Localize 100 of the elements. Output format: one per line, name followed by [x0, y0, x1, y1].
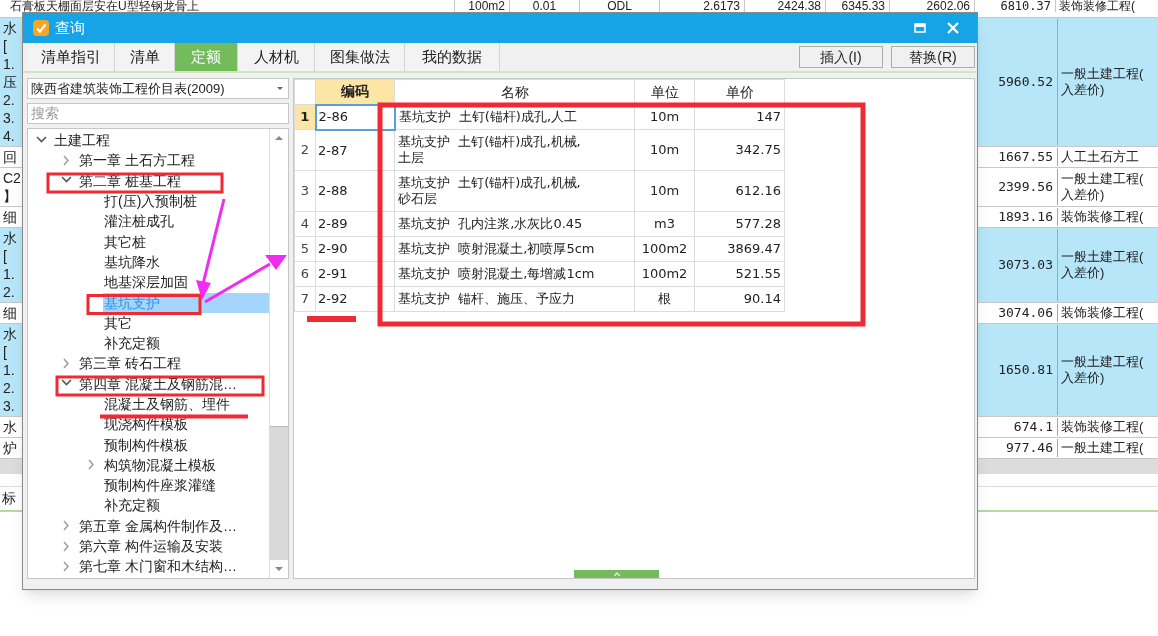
table-cell: 基坑支护 喷射混凝土,每增减1cm [394, 261, 635, 287]
row-number: 5 [294, 236, 316, 262]
window-title: 查询 [55, 17, 85, 38]
status-label: 标 [2, 489, 16, 508]
tree-item[interactable]: 第三章 砖石工程 [78, 356, 182, 371]
tree-item[interactable]: 第四章 混凝土及钢筋混… [78, 376, 238, 391]
table-cell-text: 2.6173 [703, 0, 740, 13]
table-cell: 基坑支护 锚杆、施压、予应力 [394, 286, 635, 312]
cell-fragment: 3. [3, 109, 16, 127]
cell-fragment: 水 [3, 418, 18, 436]
tree-item[interactable]: 第七章 木门窗和木结构… [78, 559, 238, 574]
amount-text: 2399.56 [998, 178, 1053, 196]
table-cell: 2-87 [315, 129, 395, 171]
table-cell: 2-92 [315, 286, 395, 312]
row-number: 4 [294, 211, 316, 237]
cell-fragment: 2. [3, 91, 16, 109]
tree-item[interactable]: 补充定额 [103, 498, 161, 513]
table-cell: 577.28 [694, 211, 785, 237]
table-cell: 100m2 [634, 236, 695, 262]
cell-fragment: 细 [3, 208, 18, 226]
cell-fragment: 2. [3, 283, 16, 301]
table-cell: 基坑支护 土钉(锚杆)成孔,机械, 砂石层 [394, 170, 635, 212]
category-text: 入差价) [1061, 370, 1106, 386]
table-cell: 10m [634, 129, 695, 171]
category-text: 一般土建工程( [1061, 66, 1145, 82]
scrollbar-thumb[interactable] [270, 147, 288, 427]
cell-fragment: 水 [3, 325, 18, 343]
cell-fragment: 细 [3, 304, 18, 322]
category-text: 入差价) [1061, 187, 1106, 203]
column-header[interactable]: 名称 [394, 79, 635, 105]
tree-item[interactable]: 现浇构件模板 [103, 417, 189, 432]
table-cell: 2-86 [315, 104, 395, 130]
cell-fragment: 炉 [3, 439, 18, 457]
chevron-up-icon [613, 571, 620, 577]
column-header[interactable]: 单价 [694, 79, 785, 105]
cell-fragment: 】 [3, 187, 18, 205]
cell-fragment: 水 [3, 19, 18, 37]
tree-item[interactable]: 其它 [103, 315, 133, 330]
tree-item[interactable]: 补充定额 [103, 336, 161, 351]
table-cell: 521.55 [694, 261, 785, 287]
scroll-down-icon [275, 567, 283, 571]
splitter-handle[interactable] [574, 570, 659, 578]
amount-text: 3074.06 [998, 304, 1053, 322]
tree-item[interactable]: 预制构件座浆灌缝 [103, 478, 217, 493]
close-icon [947, 22, 959, 34]
cell-fragment: [ [3, 37, 8, 55]
scroll-up-icon [275, 136, 283, 140]
amount-text: 1893.16 [998, 208, 1053, 226]
table-cell: 3869.47 [694, 236, 785, 262]
tree-item[interactable]: 基坑降水 [103, 254, 161, 269]
amount-text: 977.46 [1006, 439, 1053, 457]
tree-item[interactable]: 其它桩 [103, 234, 147, 249]
table-cell-text: ODL [607, 0, 632, 13]
tree-item[interactable]: 灌注桩成孔 [103, 214, 175, 229]
tree-item[interactable]: 第二章 桩基工程 [78, 173, 182, 188]
table-cell: 342.75 [694, 129, 785, 171]
table-cell: 2-90 [315, 236, 395, 262]
cell-fragment: 1. [3, 265, 16, 283]
amount-text: 5960.52 [998, 73, 1053, 91]
table-cell-text: 0.01 [532, 0, 557, 13]
category-text: 装饰装修工程( [1061, 419, 1145, 435]
cell-fragment: 水 [3, 229, 18, 247]
category-text: 一般土建工程( [1061, 249, 1145, 265]
cell-fragment: 压 [3, 73, 18, 91]
cell-fragment: C2 [3, 169, 22, 187]
table-cell-text: 石膏板天棚面层安在U型轻钢龙骨上 [10, 0, 199, 13]
tree-item[interactable]: 第六章 构件运输及安装 [78, 539, 224, 554]
tree-item[interactable]: 地基深层加固 [103, 275, 189, 290]
row-number: 1 [294, 104, 316, 130]
tree-item[interactable]: 土建工程 [53, 133, 111, 148]
row-number: 3 [294, 170, 316, 212]
scrollbar[interactable] [269, 129, 288, 578]
action-button[interactable]: 替换(R) [891, 46, 975, 68]
tree-item[interactable]: 混凝土及钢筋、埋件 [103, 397, 231, 411]
search-field[interactable]: 搜索 [27, 103, 289, 124]
table-cell: 2-88 [315, 170, 395, 212]
maximize-icon [914, 23, 926, 33]
table-cell: m3 [634, 211, 695, 237]
cell-fragment: 回 [3, 148, 18, 166]
table-cell: 10m [634, 170, 695, 212]
table-cell: 基坑支护 土钉(锚杆)成孔,机械, 土层 [394, 129, 635, 171]
app-icon [33, 20, 49, 36]
category-text: 装饰装修工程( [1061, 305, 1145, 321]
tree-item[interactable]: 预制构件模板 [103, 437, 189, 452]
cell-fragment: 1. [3, 361, 16, 379]
table-cell: 100m2 [634, 261, 695, 287]
table-cell-text: 6345.33 [841, 0, 885, 13]
category-text: 入差价) [1061, 82, 1106, 98]
tree-item[interactable]: 第一章 土石方工程 [78, 153, 196, 168]
library-dropdown[interactable]: 陕西省建筑装饰工程价目表(2009) [27, 78, 289, 99]
amount-text: 6810.37 [1000, 0, 1051, 13]
tree-item[interactable]: 打(压)入预制桩 [103, 194, 199, 209]
cell-fragment: 3. [3, 397, 16, 415]
action-button[interactable]: 插入(I) [799, 46, 883, 68]
column-header[interactable]: 编码 [315, 79, 395, 105]
caret-icon [277, 87, 283, 90]
tree-item[interactable]: 第五章 金属构件制作及… [78, 518, 238, 533]
table-cell-text: 2424.38 [777, 0, 821, 13]
tree-item[interactable]: 构筑物混凝土模板 [103, 457, 217, 472]
amount-text: 1650.81 [998, 361, 1053, 379]
